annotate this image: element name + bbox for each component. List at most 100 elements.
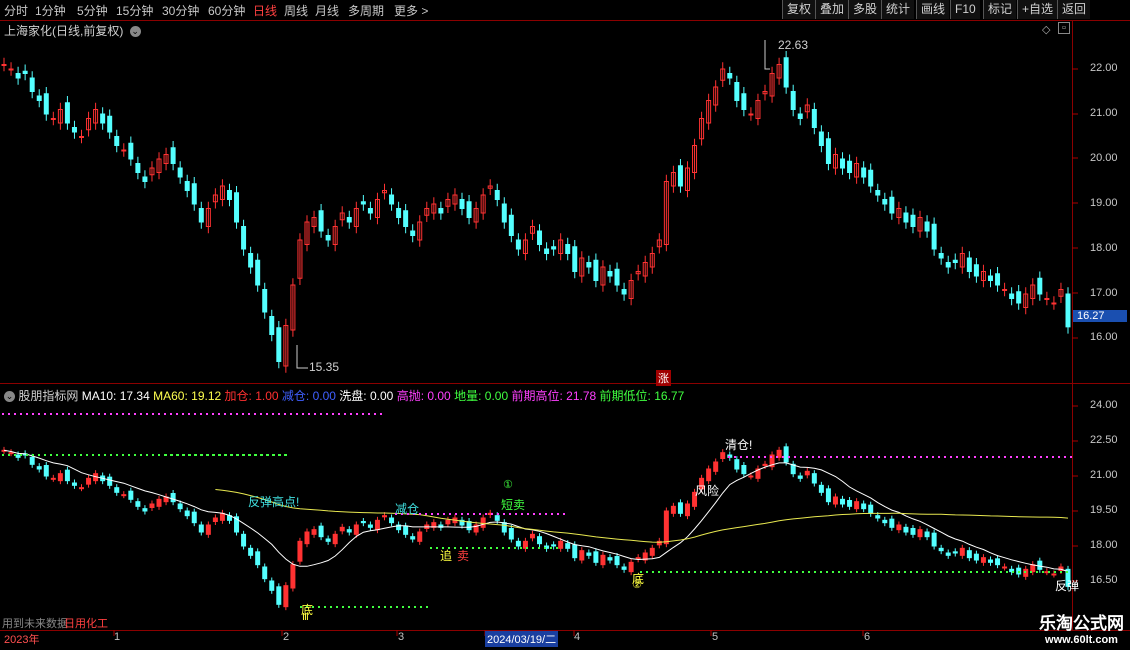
qianqi-gaowei-dots — [866, 456, 868, 458]
resistance-dots — [503, 513, 505, 515]
ind-candle-body — [896, 524, 902, 531]
ind-candle-body — [973, 553, 979, 561]
ind-candle-body — [551, 544, 557, 547]
qianqi-gaowei-dots — [974, 456, 976, 458]
qianqi-gaowei-dots — [152, 413, 154, 415]
qianqi-diwei-dots — [934, 571, 936, 573]
ind-candle-body — [191, 511, 197, 524]
qianqi-gaowei-dots — [998, 456, 1000, 458]
support-dots — [189, 454, 191, 456]
support-dots — [544, 547, 546, 549]
signal-circle-2: ② — [632, 579, 642, 591]
settings-circle-icon[interactable]: ⌄ — [4, 391, 15, 403]
qianqi-gaowei-dots — [782, 456, 784, 458]
qianqi-gaowei-dots — [284, 413, 286, 415]
qianqi-diwei-dots — [856, 571, 858, 573]
ind-candle-body — [297, 540, 303, 562]
ind-candle-body — [797, 475, 803, 479]
ind-candle-body — [332, 533, 338, 545]
qianqi-gaowei-dots — [170, 413, 172, 415]
candle-body — [614, 268, 620, 286]
date-label: 2 — [283, 631, 290, 643]
ind-candle-body — [1030, 564, 1036, 573]
qianqi-diwei-dots — [838, 571, 840, 573]
candle-body — [410, 230, 416, 236]
resistance-dots — [509, 513, 511, 515]
jiacang-label: 加仓: 1.00 — [224, 389, 279, 403]
candle-body — [748, 113, 754, 116]
candle-body — [966, 257, 972, 272]
qianqi-gaowei-dots — [836, 456, 838, 458]
ind-candle-body — [959, 547, 965, 556]
ind-candle-body — [889, 518, 895, 528]
max-marker — [764, 40, 770, 70]
date-label: 2023年 — [4, 634, 40, 646]
qianqi-gaowei-dots — [806, 456, 808, 458]
qianqi-diwei-dots — [982, 571, 984, 573]
support-dots — [526, 547, 528, 549]
ind-candle-body — [762, 463, 768, 467]
candle-body — [840, 158, 846, 169]
qianqi-gaowei-dots — [776, 456, 778, 458]
qianqi-gaowei-dots — [872, 456, 874, 458]
candle-body — [1051, 302, 1057, 305]
ind-candle-body — [135, 501, 141, 507]
candle-body — [43, 93, 49, 115]
qianqi-gaowei-dots — [734, 456, 736, 458]
support-dots — [243, 454, 245, 456]
candle-body — [931, 223, 937, 250]
candle-body — [572, 246, 578, 272]
qianqi-gaowei-dots — [788, 456, 790, 458]
qianqi-diwei-dots — [922, 571, 924, 573]
diamond-icon[interactable]: ◇ — [1042, 23, 1050, 36]
support-dots — [490, 547, 492, 549]
settings-circle-icon[interactable]: ⌄ — [129, 26, 141, 38]
qianqi-gaowei-dots — [80, 413, 82, 415]
resistance-dots — [425, 513, 427, 515]
qianqi-gaowei-dots — [206, 413, 208, 415]
support-dots — [231, 454, 233, 456]
bottom-dots — [414, 606, 416, 608]
ind-candle-body — [593, 551, 599, 563]
ind-candle-body — [156, 498, 162, 507]
expand-icon[interactable]: ▫ — [1058, 22, 1070, 34]
resistance-dots — [473, 513, 475, 515]
support-dots — [430, 547, 432, 549]
qianqi-diwei-dots — [772, 571, 774, 573]
qianqi-diwei-dots — [970, 571, 972, 573]
bottom-dots — [366, 606, 368, 608]
support-dots — [454, 547, 456, 549]
qianqi-gaowei-dots — [362, 413, 364, 415]
ind-candle-body — [980, 557, 986, 563]
qianqi-diwei-dots — [736, 571, 738, 573]
candle-body — [71, 127, 77, 133]
support-dots — [249, 454, 251, 456]
ind-candle-body — [219, 512, 225, 521]
support-dots — [2, 454, 4, 456]
qianqi-gaowei-dots — [980, 456, 982, 458]
qianqi-diwei-dots — [646, 571, 648, 573]
ind-candle-body — [15, 454, 21, 458]
bottom-dots — [420, 606, 422, 608]
support-dots — [104, 454, 106, 456]
chart-canvas[interactable] — [0, 0, 1130, 650]
qianqi-gaowei-dots — [254, 413, 256, 415]
min-price-label: 15.35 — [309, 360, 340, 374]
ind-candle-body — [966, 550, 972, 559]
ind-candle-body — [318, 525, 324, 538]
qianqi-diwei-dots — [1054, 571, 1056, 573]
qianqi-diwei-dots — [766, 571, 768, 573]
footer-industry: 日用化工 — [64, 618, 108, 630]
qianqi-gaowei-dots — [890, 456, 892, 458]
support-dots — [472, 547, 474, 549]
bottom-dots — [396, 606, 398, 608]
qianqi-diwei-dots — [928, 571, 930, 573]
support-dots — [496, 547, 498, 549]
qianqi-gaowei-dots — [236, 413, 238, 415]
ind-ytick: 21.00 — [1090, 469, 1118, 481]
ind-candle-body — [706, 468, 712, 482]
ind-candle-body — [114, 487, 120, 493]
support-dots — [158, 454, 160, 456]
candle-body — [262, 289, 268, 313]
qianqi-gaowei-dots — [374, 413, 376, 415]
